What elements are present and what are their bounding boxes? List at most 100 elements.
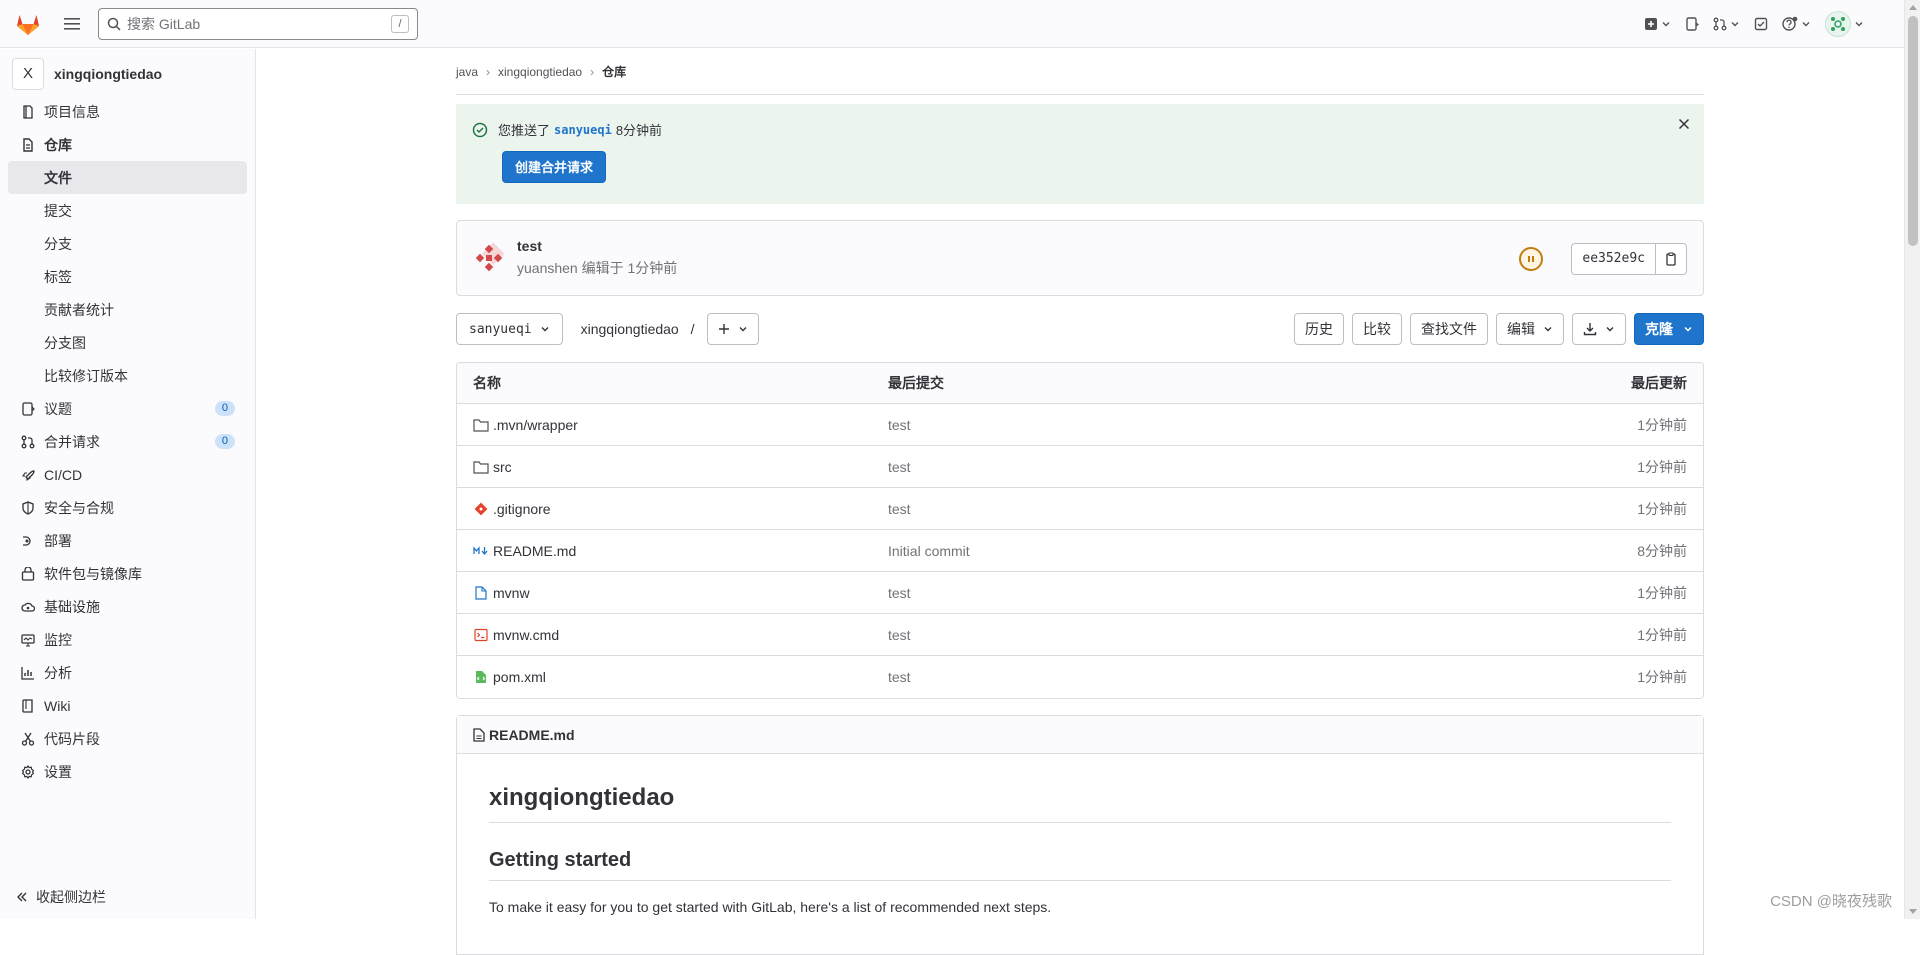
todos-button[interactable] [1754,17,1768,31]
commit-sha[interactable]: ee352e9c [1572,244,1656,274]
readme-filename[interactable]: README.md [489,727,575,743]
column-header-last-commit: 最后提交 [888,373,1487,393]
sidebar-item-monitor[interactable]: 监控 [0,623,255,656]
folder-icon [473,417,489,433]
sidebar-item-contributors[interactable]: 贡献者统计 [0,293,255,326]
sidebar-item-deployments[interactable]: 部署 [0,524,255,557]
commit-message-link[interactable]: test [888,501,1487,517]
sidebar-item-branches[interactable]: 分支 [0,227,255,260]
download-dropdown[interactable] [1572,313,1626,345]
branch-selector[interactable]: sanyueqi [456,313,563,345]
updated-time: 1分钟前 [1487,415,1687,435]
compare-button[interactable]: 比较 [1352,313,1402,345]
scroll-up-arrow-icon[interactable] [1909,5,1917,10]
sidebar-item-issues[interactable]: 议题 0 [0,392,255,425]
watermark: CSDN @晓夜残歌 [1770,890,1892,911]
sidebar-item-tags[interactable]: 标签 [0,260,255,293]
top-bar: 搜索 GitLab / [0,0,1904,48]
updated-time: 8分钟前 [1487,541,1687,561]
sidebar-item-label: Wiki [44,698,70,714]
scroll-down-arrow-icon[interactable] [1909,909,1917,914]
commit-author-avatar[interactable] [473,242,505,274]
sidebar-item-infrastructure[interactable]: 基础设施 [0,590,255,623]
rocket-icon [20,467,36,483]
sidebar-item-security[interactable]: 安全与合规 [0,491,255,524]
breadcrumb-item[interactable]: xingqiongtiedao [498,65,582,79]
sidebar-item-settings[interactable]: 设置 [0,755,255,788]
create-merge-request-button[interactable]: 创建合并请求 [502,151,606,183]
edit-dropdown[interactable]: 编辑 [1496,313,1564,345]
issues-icon [20,401,36,417]
chevron-down-icon [1543,324,1553,334]
sidebar-item-files[interactable]: 文件 [8,161,247,194]
git-icon [473,501,489,517]
find-file-button[interactable]: 查找文件 [1410,313,1488,345]
file-link[interactable]: .gitignore [493,501,551,517]
commit-message-link[interactable]: test [888,417,1487,433]
project-name: xingqiongtiedao [54,66,162,82]
help-button[interactable] [1782,16,1811,32]
project-header[interactable]: X xingqiongtiedao [0,53,255,95]
sidebar-item-label: 合并请求 [44,432,100,452]
readme-paragraph: To make it easy for you to get started w… [489,899,1671,915]
breadcrumb-item[interactable]: java [456,65,478,79]
merge-requests-button[interactable] [1713,17,1740,31]
sidebar-item-cicd[interactable]: CI/CD [0,458,255,491]
file-link[interactable]: mvnw.cmd [493,627,559,643]
sidebar-item-merge-requests[interactable]: 合并请求 0 [0,425,255,458]
commit-message-link[interactable]: test [888,585,1487,601]
issues-button[interactable] [1685,17,1699,31]
collapse-sidebar-button[interactable]: 收起侧边栏 [16,887,106,907]
file-link[interactable]: README.md [493,543,576,559]
todo-check-icon [1754,17,1768,31]
readme-subtitle: Getting started [489,849,1671,881]
commit-message-link[interactable]: test [888,627,1487,643]
sidebar-item-label: 提交 [44,201,72,221]
clone-dropdown[interactable]: 克隆 [1634,313,1704,345]
shield-icon [20,500,36,516]
sidebar-item-wiki[interactable]: Wiki [0,689,255,722]
close-icon[interactable] [1678,118,1690,130]
sidebar-item-graph[interactable]: 分支图 [0,326,255,359]
column-header-name: 名称 [473,373,888,393]
commit-message-link[interactable]: test [888,459,1487,475]
commit-title[interactable]: test [517,238,677,254]
search-input[interactable]: 搜索 GitLab / [98,8,418,40]
commit-message-link[interactable]: Initial commit [888,543,1487,559]
file-link[interactable]: mvnw [493,585,530,601]
sidebar-item-label: 项目信息 [44,102,100,122]
sidebar-item-analytics[interactable]: 分析 [0,656,255,689]
sidebar-item-snippets[interactable]: 代码片段 [0,722,255,755]
alert-time: 8分钟前 [616,120,662,139]
menu-icon[interactable] [60,12,84,36]
copy-icon[interactable] [1656,244,1686,274]
main-content: java › xingqiongtiedao › 仓库 您推送了 sanyueq… [456,49,1704,955]
history-button[interactable]: 历史 [1294,313,1344,345]
create-new-button[interactable] [1644,17,1671,31]
sidebar-item-project-info[interactable]: 项目信息 [0,95,255,128]
user-menu-button[interactable] [1825,11,1864,37]
deployments-icon [20,533,36,549]
snippet-icon [20,731,36,747]
repo-path-root[interactable]: xingqiongtiedao [581,321,679,337]
sidebar-item-compare[interactable]: 比较修订版本 [0,359,255,392]
pipeline-paused-icon[interactable] [1519,247,1543,271]
sidebar-item-label: 监控 [44,630,72,650]
sidebar-item-label: 贡献者统计 [44,300,114,320]
file-link[interactable]: .mvn/wrapper [493,417,578,433]
scrollbar-thumb[interactable] [1908,16,1918,246]
file-link[interactable]: src [493,459,512,475]
alert-branch-link[interactable]: sanyueqi [554,123,612,137]
sidebar-item-label: 代码片段 [44,729,100,749]
breadcrumb-current[interactable]: 仓库 [602,63,626,80]
sidebar-item-commits[interactable]: 提交 [0,194,255,227]
sidebar-item-packages[interactable]: 软件包与镜像库 [0,557,255,590]
add-to-tree-dropdown[interactable] [707,313,759,345]
sidebar-item-repository[interactable]: 仓库 [0,128,255,161]
file-link[interactable]: pom.xml [493,669,546,685]
page-scrollbar[interactable] [1904,0,1920,919]
sidebar: X xingqiongtiedao 项目信息 仓库 文件 提交 分支 标签 贡献… [0,49,256,919]
sidebar-item-label: 标签 [44,267,72,287]
gitlab-logo-icon[interactable] [14,10,42,38]
commit-message-link[interactable]: test [888,669,1487,685]
